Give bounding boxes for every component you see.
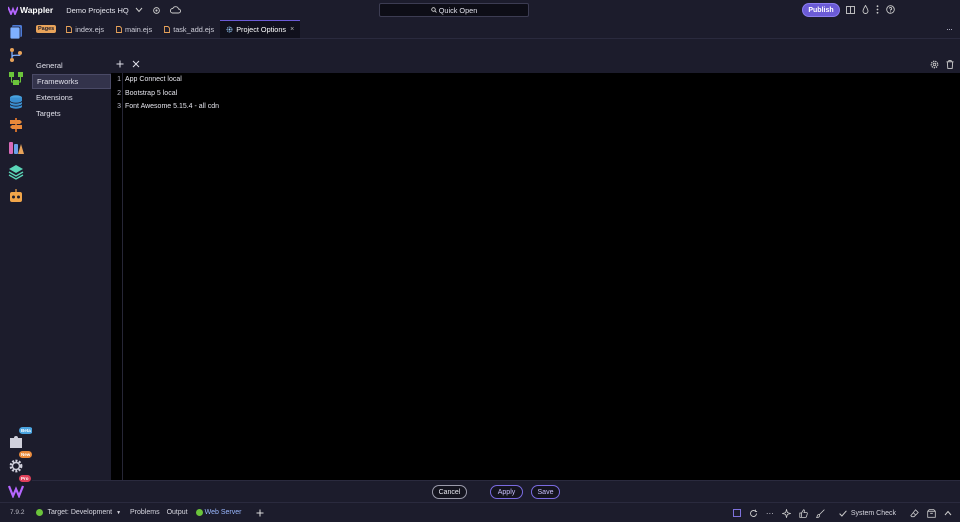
- ejs-file-icon: [164, 25, 171, 33]
- check-icon: [839, 509, 847, 517]
- target-status-dot: [36, 509, 44, 516]
- eraser-icon[interactable]: [910, 508, 919, 518]
- wappler-pro-icon[interactable]: Pro: [8, 475, 31, 498]
- tab-index-ejs[interactable]: index.ejs: [60, 20, 110, 38]
- new-badge: New: [19, 451, 33, 458]
- git-branch-icon[interactable]: [8, 47, 24, 63]
- more-vertical-icon[interactable]: [876, 5, 879, 14]
- chevron-down-icon: [135, 7, 143, 13]
- ejs-file-icon: [116, 25, 122, 33]
- layers-icon[interactable]: [8, 164, 24, 180]
- tab-label: Project Options: [236, 25, 287, 34]
- list-item[interactable]: 2 Bootstrap 5 local: [111, 87, 177, 100]
- target-selector[interactable]: Target: Development: [47, 509, 112, 516]
- beta-badge: Beta: [19, 427, 33, 434]
- ejs-file-icon: [66, 25, 73, 33]
- status-bar: 7.9.2 Target: Development ▼ Problems Out…: [0, 502, 960, 522]
- frameworks-list: 1 App Connect local 2 Bootstrap 5 local …: [111, 73, 960, 480]
- ai-robot-icon[interactable]: [8, 188, 24, 204]
- list-item[interactable]: 1 App Connect local: [111, 73, 182, 86]
- project-options-nav: General Frameworks Extensions Targets: [32, 56, 111, 480]
- line-number: 1: [117, 76, 121, 83]
- nav-item-general[interactable]: General: [32, 58, 111, 73]
- quick-open-label: Quick Open: [438, 5, 478, 15]
- thumbs-up-icon[interactable]: [799, 508, 808, 518]
- project-settings-gear-icon[interactable]: [152, 6, 161, 15]
- theme-drop-icon[interactable]: [862, 5, 869, 14]
- system-check-label: System Check: [850, 509, 896, 517]
- tab-main-ejs[interactable]: main.ejs: [110, 20, 158, 38]
- preview-frame-icon[interactable]: [732, 509, 741, 517]
- tab-task-add-ejs[interactable]: task_add.ejs: [158, 20, 220, 38]
- add-panel-icon[interactable]: [256, 509, 264, 517]
- tab-label: index.ejs: [75, 24, 105, 34]
- apply-button[interactable]: Apply: [490, 485, 523, 499]
- editor-tab-bar: Pages index.ejs main.ejs task_add.ejs Pr…: [32, 20, 960, 38]
- publish-button[interactable]: Publish: [802, 3, 840, 17]
- project-name: Demo Projects HQ: [66, 5, 129, 15]
- nav-item-targets[interactable]: Targets: [32, 106, 111, 121]
- status-right-tools: ··· System Check: [732, 503, 960, 522]
- problems-panel-toggle[interactable]: Problems: [130, 509, 160, 516]
- system-check-button[interactable]: System Check: [839, 510, 896, 517]
- version-label: 7.9.2: [10, 509, 25, 516]
- line-number: 3: [117, 103, 121, 110]
- save-button[interactable]: Save: [531, 485, 560, 499]
- activity-rail: Beta New Pro: [0, 20, 33, 502]
- help-icon[interactable]: [886, 5, 895, 14]
- line-gutter: [111, 73, 123, 480]
- options-header-bar: [32, 38, 960, 56]
- pro-badge: Pro: [19, 475, 31, 482]
- brush-icon[interactable]: [815, 508, 825, 518]
- routing-signpost-icon[interactable]: [8, 117, 24, 133]
- pages-icon[interactable]: [8, 24, 24, 40]
- package-icon[interactable]: [927, 508, 936, 518]
- frameworks-toolbar: [111, 56, 960, 73]
- output-panel-toggle[interactable]: Output: [167, 509, 188, 516]
- project-selector[interactable]: Demo Projects HQ: [66, 6, 143, 15]
- nav-item-frameworks[interactable]: Frameworks: [32, 74, 111, 89]
- sparkle-icon[interactable]: [781, 508, 791, 518]
- close-tab-icon[interactable]: ×: [290, 26, 294, 33]
- tab-label: task_add.ejs: [173, 24, 215, 34]
- workflow-icon[interactable]: [8, 70, 24, 86]
- line-number: 2: [117, 90, 121, 97]
- assets-icon[interactable]: [8, 140, 24, 156]
- more-options-icon[interactable]: ···: [766, 509, 774, 518]
- cloud-icon[interactable]: [169, 6, 181, 14]
- layout-panel-icon[interactable]: [846, 5, 855, 14]
- database-icon[interactable]: [8, 94, 24, 110]
- tab-project-options[interactable]: Project Options ×: [220, 20, 301, 38]
- remove-framework-icon[interactable]: [132, 60, 140, 68]
- nav-item-extensions[interactable]: Extensions: [32, 90, 111, 105]
- wappler-logo: [8, 6, 18, 15]
- settings-gear-icon[interactable]: New: [8, 451, 33, 474]
- brand: Wappler: [8, 5, 53, 15]
- more-tabs-icon[interactable]: ···: [946, 24, 953, 34]
- tab-label: main.ejs: [125, 24, 153, 34]
- chevron-up-icon[interactable]: [944, 510, 952, 516]
- framework-name: Font Awesome 5.15.4 - all cdn: [125, 103, 220, 110]
- extensions-puzzle-icon[interactable]: Beta: [8, 427, 33, 450]
- gear-icon: [226, 26, 233, 33]
- app-name: Wappler: [20, 5, 54, 15]
- web-server-status-dot: [195, 509, 203, 516]
- title-bar: Wappler Demo Projects HQ Quick Open Publ…: [0, 0, 960, 20]
- add-framework-icon[interactable]: [116, 60, 124, 68]
- framework-settings-gear-icon[interactable]: [930, 60, 939, 69]
- framework-name: App Connect local: [125, 76, 182, 83]
- title-right-icons: [846, 5, 902, 14]
- refresh-icon[interactable]: [749, 509, 758, 518]
- delete-trash-icon[interactable]: [946, 60, 954, 69]
- framework-name: Bootstrap 5 local: [125, 90, 178, 97]
- search-icon: [431, 7, 437, 13]
- web-server-toggle[interactable]: Web Server: [205, 509, 242, 516]
- quick-open-search[interactable]: Quick Open: [379, 3, 529, 17]
- cancel-button[interactable]: Cancel: [432, 485, 467, 499]
- tab-group-pages-label: Pages: [36, 25, 57, 33]
- options-footer: Cancel Apply Save: [32, 480, 960, 502]
- target-dropdown-icon[interactable]: ▼: [116, 510, 121, 516]
- list-item[interactable]: 3 Font Awesome 5.15.4 - all cdn: [111, 100, 219, 113]
